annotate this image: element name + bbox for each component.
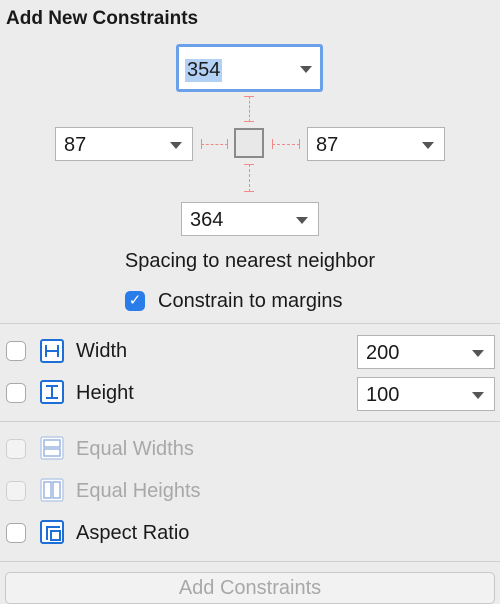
constrain-margins-checkbox[interactable]: ✓ xyxy=(125,291,145,311)
bottom-spacing-value[interactable]: 364 xyxy=(190,209,223,232)
chevron-down-icon[interactable] xyxy=(296,217,308,224)
chevron-down-icon[interactable] xyxy=(422,142,434,149)
equal-widths-checkbox[interactable] xyxy=(6,439,26,459)
height-value[interactable]: 100 xyxy=(366,384,399,407)
selected-view-box xyxy=(234,128,264,158)
strut-line xyxy=(272,144,300,145)
height-label[interactable]: Height xyxy=(76,382,134,405)
strut-line xyxy=(249,164,250,192)
equal-heights-icon xyxy=(40,478,64,502)
equal-widths-icon xyxy=(40,436,64,460)
width-checkbox[interactable] xyxy=(6,341,26,361)
divider xyxy=(0,421,500,422)
aspect-ratio-icon xyxy=(40,520,64,544)
equal-widths-label[interactable]: Equal Widths xyxy=(76,438,194,461)
constrain-margins-label[interactable]: Constrain to margins xyxy=(158,290,343,313)
width-constraint-icon xyxy=(40,339,64,363)
height-value-combo[interactable]: 100 xyxy=(357,377,495,411)
strut-cap xyxy=(244,191,254,192)
divider xyxy=(0,561,500,562)
width-value[interactable]: 200 xyxy=(366,342,399,365)
top-spacing-combo[interactable]: 354 xyxy=(176,44,323,92)
equal-heights-label[interactable]: Equal Heights xyxy=(76,480,201,503)
right-spacing-value[interactable]: 87 xyxy=(316,134,338,157)
width-value-combo[interactable]: 200 xyxy=(357,335,495,369)
chevron-down-icon[interactable] xyxy=(472,350,484,357)
strut-line xyxy=(249,96,250,122)
chevron-down-icon[interactable] xyxy=(170,142,182,149)
bottom-spacing-combo[interactable]: 364 xyxy=(181,202,319,236)
strut-cap xyxy=(244,121,254,122)
spacing-caption: Spacing to nearest neighbor xyxy=(124,250,376,272)
panel-title: Add New Constraints xyxy=(6,8,199,29)
chevron-down-icon[interactable] xyxy=(300,66,312,73)
top-spacing-value[interactable]: 354 xyxy=(185,59,223,82)
aspect-ratio-label[interactable]: Aspect Ratio xyxy=(76,522,189,545)
height-checkbox[interactable] xyxy=(6,383,26,403)
strut-line xyxy=(201,144,228,145)
add-constraints-button[interactable]: Add Constraints xyxy=(5,572,495,604)
equal-heights-checkbox[interactable] xyxy=(6,481,26,501)
strut-cap xyxy=(299,139,300,149)
divider xyxy=(0,323,500,324)
height-constraint-icon xyxy=(40,380,64,404)
right-spacing-combo[interactable]: 87 xyxy=(307,127,445,161)
chevron-down-icon[interactable] xyxy=(472,392,484,399)
width-label[interactable]: Width xyxy=(76,340,127,363)
left-spacing-value[interactable]: 87 xyxy=(64,134,86,157)
aspect-ratio-checkbox[interactable] xyxy=(6,523,26,543)
left-spacing-combo[interactable]: 87 xyxy=(55,127,193,161)
strut-cap xyxy=(227,139,228,149)
